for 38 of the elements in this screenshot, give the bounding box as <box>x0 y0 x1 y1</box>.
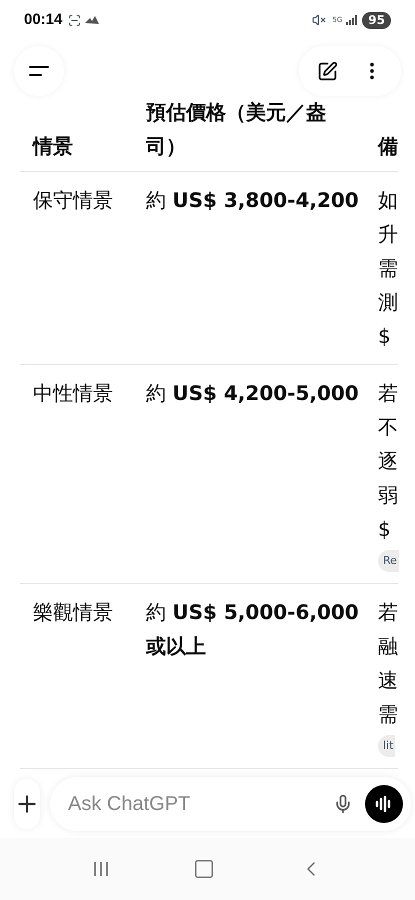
table-cell-text: 逐 <box>378 448 398 475</box>
table-cell-text: 速 <box>378 667 398 694</box>
table-cell-text: $ <box>378 323 391 350</box>
waveform-icon <box>375 796 393 812</box>
voice-button[interactable] <box>365 785 403 823</box>
table-cell-text: 中性情景 <box>32 380 114 407</box>
table-cell-text: 升 <box>378 221 398 248</box>
add-button[interactable] <box>14 779 40 829</box>
table-cell-text: 需 <box>378 255 398 282</box>
mute-icon <box>312 13 326 27</box>
table-cell-text: 測 <box>378 289 398 316</box>
table-cell-text: 弱 <box>378 482 398 509</box>
menu-icon <box>29 66 49 76</box>
status-time: 00:14 <box>24 10 62 30</box>
home-icon[interactable] <box>193 858 216 880</box>
signal-icon <box>346 15 358 25</box>
recent-apps-icon[interactable] <box>92 860 110 878</box>
battery-badge: 95 <box>362 12 391 28</box>
source-chip[interactable]: lit <box>378 735 396 757</box>
table-cell-text: 保守情景 <box>32 187 114 214</box>
table-cell-text: 約 US$ 3,800-4,200 <box>145 187 360 214</box>
table-cell-text: 約 US$ 5,000-6,000 或以上 <box>144 599 360 660</box>
table-cell-text: 約 US$ 4,200-5,000 <box>145 380 360 407</box>
source-chip[interactable]: Re <box>378 550 399 572</box>
table-cell-text: $ <box>378 516 391 543</box>
column-header: 預估價格（美元／盎司） <box>145 99 327 160</box>
table-cell-text: 樂觀情景 <box>32 599 114 626</box>
table-cell-text: 若 <box>378 599 398 626</box>
new-chat-icon[interactable] <box>316 60 338 82</box>
table-cell-text: 融 <box>378 633 398 660</box>
message-input[interactable]: Ask ChatGPT <box>68 789 333 819</box>
column-header: 情景 <box>31 133 74 160</box>
column-header: 備 <box>376 133 399 160</box>
table-cell-text: 若 <box>378 380 398 407</box>
screenshot-icon <box>68 14 82 26</box>
table-cell-text: 如 <box>378 187 398 214</box>
table-cell-text: 需 <box>378 701 398 728</box>
table-cell-text: 不 <box>378 414 398 441</box>
